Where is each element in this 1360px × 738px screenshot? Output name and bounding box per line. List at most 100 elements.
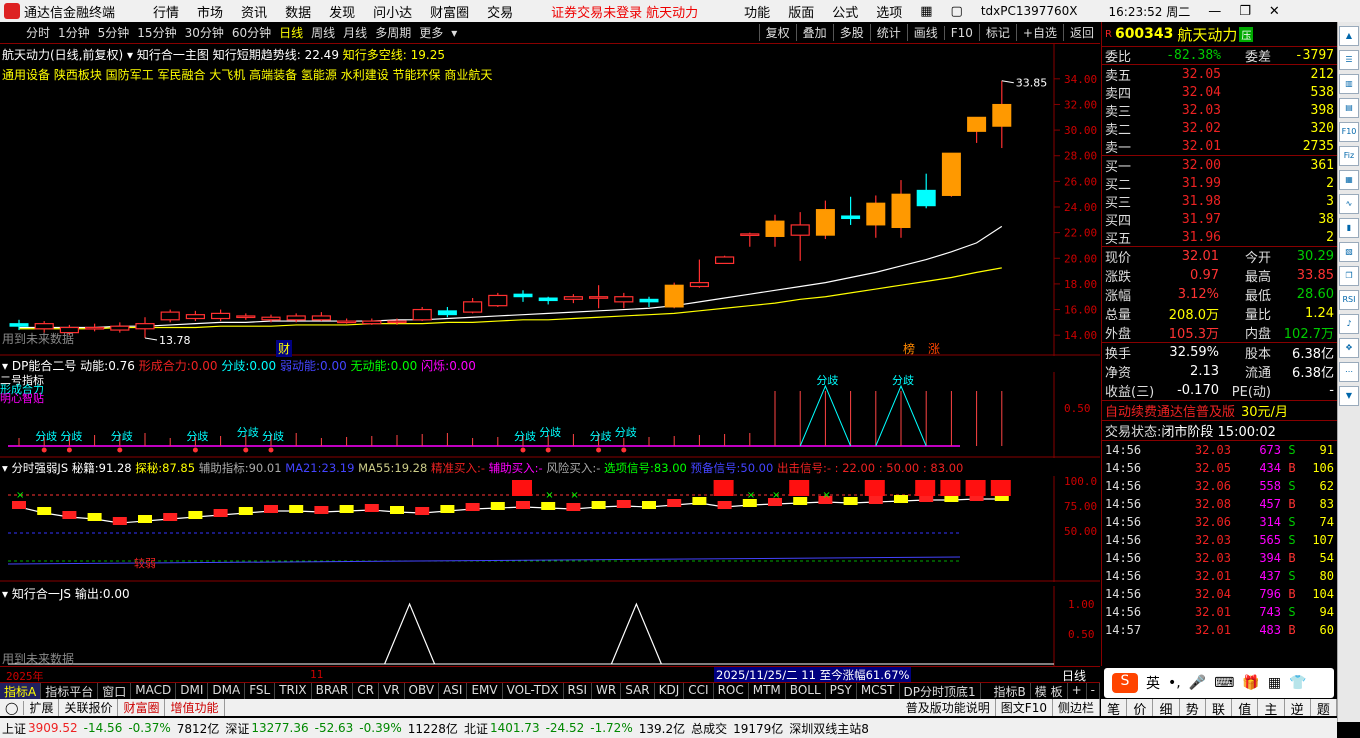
- menu-faxian[interactable]: 发现: [320, 2, 364, 21]
- indicator-tab-4[interactable]: DMI: [176, 683, 209, 699]
- period-day[interactable]: 日线: [275, 24, 307, 41]
- gift-icon[interactable]: 🎁: [1242, 675, 1259, 691]
- ime-lang[interactable]: 英: [1146, 673, 1160, 693]
- sidebar-bars-icon[interactable]: ▮: [1339, 218, 1359, 238]
- indicator-tab-25[interactable]: DP分时顶底1: [900, 683, 981, 699]
- candle[interactable]: [135, 317, 155, 339]
- sidebar-candle-icon[interactable]: ▤: [1339, 98, 1359, 118]
- menu-wenxiaoda[interactable]: 问小达: [364, 2, 421, 21]
- sh-label[interactable]: 上证: [2, 720, 26, 737]
- candle[interactable]: [236, 313, 256, 320]
- indicator-tab-28[interactable]: +: [1068, 683, 1087, 699]
- sidebar-bell-icon[interactable]: ♪: [1339, 314, 1359, 334]
- candle[interactable]: [412, 306, 432, 322]
- quote-tab-0[interactable]: 笔: [1101, 699, 1128, 718]
- candle[interactable]: [841, 196, 861, 225]
- indicator-tab-16[interactable]: WR: [592, 683, 622, 699]
- candle[interactable]: [513, 290, 533, 302]
- marker-cai[interactable]: 财: [276, 340, 293, 357]
- promo-price[interactable]: 30元/月: [1241, 401, 1288, 420]
- indicator-tab-12[interactable]: ASI: [439, 683, 468, 699]
- indicator-tab-9[interactable]: CR: [353, 683, 379, 699]
- btn-tongji[interactable]: 统计: [869, 24, 907, 41]
- indicator-tab-3[interactable]: MACD: [131, 683, 177, 699]
- indicator-tab-14[interactable]: VOL-TDX: [503, 683, 564, 699]
- sidebar-grid-icon[interactable]: ▦: [1339, 170, 1359, 190]
- quote-tab-2[interactable]: 细: [1153, 699, 1180, 718]
- period-more[interactable]: 更多: [415, 24, 447, 41]
- tab-guanlian[interactable]: 关联报价: [59, 699, 119, 716]
- candle[interactable]: [488, 292, 508, 307]
- btn-biaoji[interactable]: 标记: [978, 24, 1016, 41]
- candle[interactable]: [463, 298, 483, 314]
- candle[interactable]: [891, 180, 911, 238]
- indicator-tab-7[interactable]: TRIX: [275, 683, 312, 699]
- sidebar-up-icon[interactable]: ▲: [1339, 26, 1359, 46]
- sidebar-table-icon[interactable]: ▧: [1339, 242, 1359, 262]
- quote-tab-1[interactable]: 价: [1127, 699, 1154, 718]
- indicator-tab-11[interactable]: OBV: [405, 683, 440, 699]
- sidebar-rsi-icon[interactable]: RSI: [1339, 290, 1359, 310]
- fs-indicator-chart[interactable]: 100.0 75.00 50.00 × × × × × ×: [0, 476, 1100, 582]
- candle[interactable]: [714, 255, 735, 264]
- tick-list[interactable]: 14:56 32.03 673 S 91 14:56 32.05 434 B 106 14:56 32…: [1102, 440, 1337, 639]
- sidebar-f10-icon[interactable]: F10: [1339, 122, 1359, 142]
- candle[interactable]: [538, 296, 558, 305]
- candle[interactable]: [563, 294, 584, 304]
- candle[interactable]: [337, 318, 357, 324]
- menu-gongshi[interactable]: 公式: [823, 2, 867, 21]
- candlestick-chart[interactable]: 34.00 32.00 30.00 28.00 26.00 24.00 22.00 20.00…: [0, 44, 1100, 356]
- candle[interactable]: [992, 80, 1012, 149]
- menu-shichang[interactable]: 市场: [188, 2, 232, 21]
- indicator-tab-26[interactable]: 指标B: [990, 683, 1031, 699]
- period-1min[interactable]: 1分钟: [54, 24, 94, 41]
- indicator-tab-19[interactable]: CCI: [684, 683, 714, 699]
- candle[interactable]: [84, 323, 105, 332]
- indicator-tab-10[interactable]: VR: [379, 683, 405, 699]
- promo-row[interactable]: 自动续费通达信普及版 30元/月: [1102, 400, 1337, 420]
- sidebar-copy-icon[interactable]: ❐: [1339, 266, 1359, 286]
- tab-puji-desc[interactable]: 普及版功能说明: [901, 699, 996, 716]
- candle[interactable]: [866, 195, 886, 238]
- dp-title[interactable]: DP能合二号: [12, 359, 76, 373]
- ime-toolbar[interactable]: S 英 •, 🎤 ⌨ 🎁 ▦ 👕: [1104, 668, 1334, 698]
- tab-zengzhi[interactable]: 增值功能: [165, 699, 225, 716]
- candle[interactable]: [664, 282, 684, 309]
- indicator-tab-22[interactable]: BOLL: [786, 683, 826, 699]
- tab-sidebar[interactable]: 侧边栏: [1053, 699, 1100, 716]
- promo-text[interactable]: 自动续费通达信普及版: [1105, 401, 1235, 420]
- indicator-tab-18[interactable]: KDJ: [655, 683, 685, 699]
- apps-icon[interactable]: ▦: [1268, 675, 1281, 691]
- indicator-tab-23[interactable]: PSY: [826, 683, 857, 699]
- candle[interactable]: [614, 292, 634, 309]
- sidebar-move-icon[interactable]: ✥: [1339, 338, 1359, 358]
- btn-diejia[interactable]: 叠加: [795, 24, 833, 41]
- period-5min[interactable]: 5分钟: [94, 24, 134, 41]
- bz-label[interactable]: 北证: [464, 720, 488, 737]
- candle[interactable]: [916, 173, 936, 209]
- fs-title[interactable]: 分时强弱JS: [11, 461, 68, 475]
- candle[interactable]: [815, 200, 835, 240]
- quote-tab-3[interactable]: 势: [1180, 699, 1206, 718]
- indicator-tab-13[interactable]: EMV: [467, 683, 503, 699]
- period-fenshi[interactable]: 分时: [22, 24, 54, 41]
- indicator-tab-1[interactable]: 指标平台: [41, 683, 99, 699]
- zx-indicator-chart[interactable]: 1.00 0.50: [0, 586, 1100, 666]
- quote-tab-5[interactable]: 值: [1232, 699, 1259, 718]
- indicator-tab-29[interactable]: -: [1087, 683, 1100, 699]
- indicator-tab-8[interactable]: BRAR: [312, 683, 354, 699]
- indicator-tab-24[interactable]: MCST: [857, 683, 900, 699]
- menu-xuanxiang[interactable]: 选项: [867, 2, 911, 21]
- btn-f10[interactable]: F10: [943, 25, 979, 40]
- indicator-tab-21[interactable]: MTM: [749, 683, 786, 699]
- marker-bang[interactable]: 榜: [903, 340, 915, 357]
- trade-login-notice[interactable]: 证券交易未登录: [542, 2, 646, 21]
- menu-caifuquan[interactable]: 财富圈: [421, 2, 478, 21]
- toggle-switch[interactable]: ◯: [0, 700, 25, 715]
- candle[interactable]: [211, 309, 231, 322]
- hint-icon[interactable]: ▢: [942, 4, 972, 19]
- period-30min[interactable]: 30分钟: [181, 24, 228, 41]
- indicator-tab-27[interactable]: 模 板: [1031, 683, 1068, 699]
- quote-tab-6[interactable]: 主: [1258, 699, 1285, 718]
- indicator-tab-6[interactable]: FSL: [245, 683, 276, 699]
